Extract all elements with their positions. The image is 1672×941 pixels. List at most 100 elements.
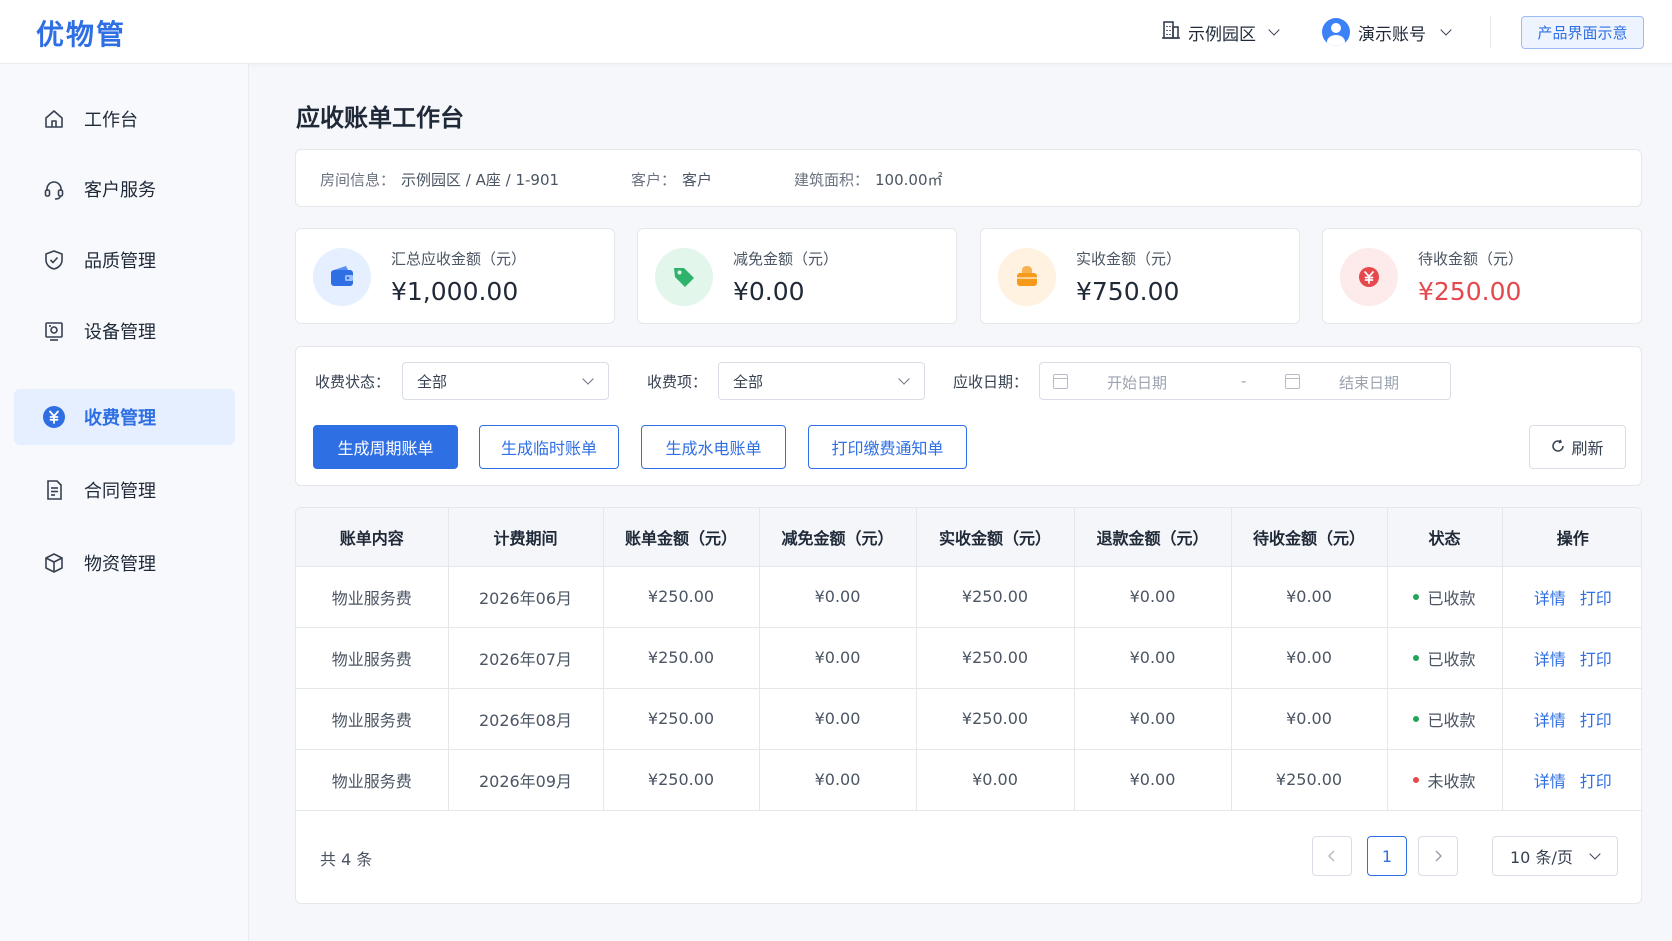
cell-actions: 详情 打印 xyxy=(1502,627,1641,689)
filter-panel: 收费状态： 全部 收费项： 全部 应收日期： 开始日期 - 结束日期 生成周期账… xyxy=(295,346,1642,486)
table-row: 物业服务费 2026年09月 ¥250.00 ¥0.00 ¥0.00 ¥0.00… xyxy=(296,749,1641,811)
detail-link[interactable]: 详情 xyxy=(1534,772,1566,791)
cell-pending: ¥0.00 xyxy=(1231,627,1388,689)
stat-value: ¥750.00 xyxy=(1076,277,1180,306)
pending-yen-icon xyxy=(1340,248,1398,306)
generate-temp-bill-button[interactable]: 生成临时账单 xyxy=(479,425,619,469)
stat-value: ¥250.00 xyxy=(1418,277,1522,306)
status-badge: 已收款 xyxy=(1413,707,1476,731)
park-selector[interactable]: 示例园区 xyxy=(1160,18,1280,46)
generate-cycle-bill-button[interactable]: 生成周期账单 xyxy=(313,425,458,469)
sidebar-item-billing[interactable]: 收费管理 xyxy=(14,389,235,445)
cell-status: 已收款 xyxy=(1387,688,1503,750)
cell-period: 2026年09月 xyxy=(448,749,604,811)
cell-amount: ¥250.00 xyxy=(603,749,760,811)
cell-refund: ¥0.00 xyxy=(1074,566,1232,628)
cell-content: 物业服务费 xyxy=(296,566,449,628)
cell-discount: ¥0.00 xyxy=(759,688,917,750)
stat-value: ¥1,000.00 xyxy=(391,277,519,306)
item-filter-select[interactable]: 全部 xyxy=(718,362,925,400)
sidebar-item-equipment[interactable]: 设备管理 xyxy=(14,303,235,359)
cell-actions: 详情 打印 xyxy=(1502,749,1641,811)
print-link[interactable]: 打印 xyxy=(1580,772,1612,791)
page-size-value: 10 条/页 xyxy=(1510,848,1573,867)
sidebar-item-quality[interactable]: 品质管理 xyxy=(14,232,235,288)
room-info-bar: 房间信息： 示例园区 / A座 / 1-901 客户： 客户 建筑面积： 100.00… xyxy=(295,149,1642,207)
status-filter-select[interactable]: 全部 xyxy=(402,362,609,400)
print-link[interactable]: 打印 xyxy=(1580,711,1612,730)
print-link[interactable]: 打印 xyxy=(1580,650,1612,669)
chevron-left-icon xyxy=(1327,847,1337,866)
calendar-icon xyxy=(1053,374,1068,389)
status-text: 已收款 xyxy=(1427,649,1476,669)
top-header: 优物管 示例园区 演示账号 产品界面示意 xyxy=(0,0,1672,64)
date-separator: - xyxy=(1241,372,1247,390)
headset-icon xyxy=(42,177,66,201)
stat-label: 减免金额（元） xyxy=(733,250,839,268)
cell-status: 未收款 xyxy=(1387,749,1503,811)
sidebar-item-label: 物资管理 xyxy=(84,554,156,575)
cell-received: ¥0.00 xyxy=(916,749,1075,811)
column-header: 账单内容 xyxy=(296,508,449,567)
demo-badge[interactable]: 产品界面示意 xyxy=(1521,16,1644,49)
page-size-select[interactable]: 10 条/页 xyxy=(1492,836,1618,876)
sidebar-item-label: 工作台 xyxy=(84,110,138,131)
next-page-button[interactable] xyxy=(1418,836,1458,876)
prev-page-button[interactable] xyxy=(1312,836,1352,876)
chevron-down-icon xyxy=(582,373,594,385)
detail-link[interactable]: 详情 xyxy=(1534,650,1566,669)
sidebar-item-customer-service[interactable]: 客户服务 xyxy=(14,161,235,217)
refresh-button[interactable]: 刷新 xyxy=(1529,425,1626,469)
customer-info: 客户： 客户 xyxy=(631,169,712,190)
cell-content: 物业服务费 xyxy=(296,749,449,811)
shield-check-icon xyxy=(42,248,66,272)
stat-label: 汇总应收金额（元） xyxy=(391,250,527,268)
end-date-input[interactable]: 结束日期 xyxy=(1339,372,1399,393)
document-icon xyxy=(42,478,66,502)
status-text: 未收款 xyxy=(1427,771,1476,791)
cell-content: 物业服务费 xyxy=(296,627,449,689)
cell-period: 2026年06月 xyxy=(448,566,604,628)
cell-discount: ¥0.00 xyxy=(759,627,917,689)
sidebar-item-contract[interactable]: 合同管理 xyxy=(14,462,235,518)
customer-label: 客户： xyxy=(631,171,677,189)
column-header: 退款金额（元） xyxy=(1074,508,1232,567)
table-row: 物业服务费 2026年06月 ¥250.00 ¥0.00 ¥250.00 ¥0.… xyxy=(296,566,1641,628)
stat-label: 待收金额（元） xyxy=(1418,250,1524,268)
detail-link[interactable]: 详情 xyxy=(1534,711,1566,730)
start-date-input[interactable]: 开始日期 xyxy=(1107,372,1167,393)
cell-pending: ¥0.00 xyxy=(1231,688,1388,750)
detail-link[interactable]: 详情 xyxy=(1534,589,1566,608)
print-payment-notice-button[interactable]: 打印缴费通知单 xyxy=(808,425,967,469)
stat-label: 实收金额（元） xyxy=(1076,250,1182,268)
room-label: 房间信息： xyxy=(320,171,396,189)
print-link[interactable]: 打印 xyxy=(1580,589,1612,608)
cell-amount: ¥250.00 xyxy=(603,566,760,628)
account-name: 演示账号 xyxy=(1358,24,1426,45)
account-menu[interactable]: 演示账号 xyxy=(1322,16,1452,48)
park-name: 示例园区 xyxy=(1188,24,1256,45)
sidebar: 工作台 客户服务 品质管理 设备管理 收费管理 合同管理 物资管理 xyxy=(0,64,249,941)
sidebar-item-materials[interactable]: 物资管理 xyxy=(14,535,235,591)
sidebar-item-workbench[interactable]: 工作台 xyxy=(14,91,235,147)
area-value: 100.00㎡ xyxy=(875,171,943,189)
coin-purse-icon xyxy=(998,248,1056,306)
app-logo[interactable]: 优物管 xyxy=(36,13,126,53)
date-range-picker[interactable]: 开始日期 - 结束日期 xyxy=(1039,362,1451,400)
cell-pending: ¥0.00 xyxy=(1231,566,1388,628)
avatar xyxy=(1322,18,1350,46)
cell-refund: ¥0.00 xyxy=(1074,749,1232,811)
column-header: 计费期间 xyxy=(448,508,604,567)
cell-amount: ¥250.00 xyxy=(603,688,760,750)
cell-discount: ¥0.00 xyxy=(759,749,917,811)
device-icon xyxy=(42,319,66,343)
cell-amount: ¥250.00 xyxy=(603,627,760,689)
area-label: 建筑面积： xyxy=(794,171,870,189)
page-number-button[interactable]: 1 xyxy=(1367,836,1407,876)
calendar-icon xyxy=(1285,374,1300,389)
status-text: 已收款 xyxy=(1427,710,1476,730)
generate-utility-bill-button[interactable]: 生成水电账单 xyxy=(641,425,786,469)
chevron-right-icon xyxy=(1433,847,1443,866)
cell-received: ¥250.00 xyxy=(916,566,1075,628)
status-text: 已收款 xyxy=(1427,588,1476,608)
